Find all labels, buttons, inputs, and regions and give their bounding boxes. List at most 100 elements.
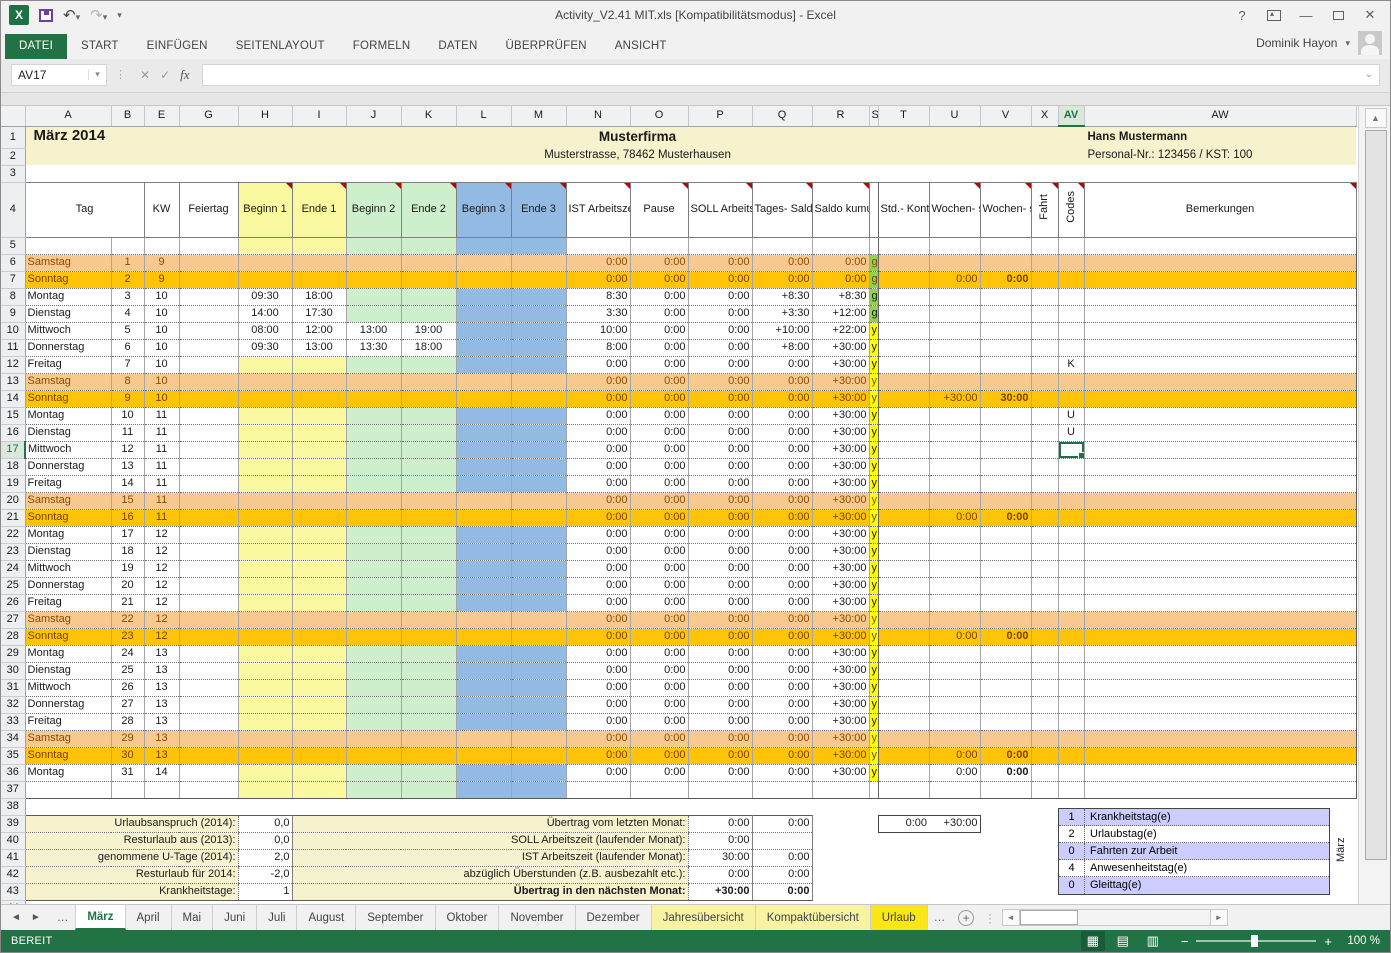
- row-header-12[interactable]: 12: [1, 356, 25, 373]
- row-header-30[interactable]: 30: [1, 662, 25, 679]
- cell-G9[interactable]: [179, 305, 238, 322]
- cell-H29[interactable]: [238, 645, 292, 662]
- row-header-27[interactable]: 27: [1, 611, 25, 628]
- cell-U21[interactable]: 0:00: [929, 509, 980, 526]
- ribbon-display-options-icon[interactable]: [1260, 4, 1288, 26]
- summary-mid-value1-42[interactable]: 0:00: [688, 866, 752, 883]
- cell-AV7[interactable]: [1058, 271, 1084, 288]
- cell-U37[interactable]: [929, 781, 980, 798]
- table-header-ende-1[interactable]: Ende 1: [292, 182, 346, 237]
- cell-K16[interactable]: [401, 424, 456, 441]
- cell-A25[interactable]: Donnerstag: [25, 577, 111, 594]
- cell-E35[interactable]: 13: [144, 747, 179, 764]
- cell-H9[interactable]: 14:00: [238, 305, 292, 322]
- page-break-view-icon[interactable]: ▥: [1141, 931, 1165, 951]
- cell-I27[interactable]: [292, 611, 346, 628]
- cell-I7[interactable]: [292, 271, 346, 288]
- cell-G15[interactable]: [179, 407, 238, 424]
- cell-AW12[interactable]: [1084, 356, 1356, 373]
- cell-J25[interactable]: [346, 577, 401, 594]
- cell-AV35[interactable]: [1058, 747, 1084, 764]
- table-header-s-indicator[interactable]: [869, 182, 878, 237]
- cell-B33[interactable]: 28: [111, 713, 144, 730]
- cell-J22[interactable]: [346, 526, 401, 543]
- cell-R11[interactable]: +30:00: [812, 339, 869, 356]
- cell-K7[interactable]: [401, 271, 456, 288]
- col-header-X[interactable]: X: [1031, 106, 1058, 126]
- cell-T35[interactable]: [878, 747, 929, 764]
- cell-A21[interactable]: Sonntag: [25, 509, 111, 526]
- col-header-N[interactable]: N: [566, 106, 630, 126]
- cell-P9[interactable]: 0:00: [688, 305, 752, 322]
- cell-V27[interactable]: [980, 611, 1031, 628]
- summary-left-label-42[interactable]: Resturlaub für 2014:: [25, 866, 238, 883]
- cell-G12[interactable]: [179, 356, 238, 373]
- cell-X30[interactable]: [1031, 662, 1058, 679]
- cell-B24[interactable]: 19: [111, 560, 144, 577]
- cell-H23[interactable]: [238, 543, 292, 560]
- cell-O18[interactable]: 0:00: [630, 458, 688, 475]
- row-header-17[interactable]: 17: [1, 441, 25, 458]
- cell-S14[interactable]: y: [869, 390, 878, 407]
- sheet-tab-oktober[interactable]: Oktober: [436, 905, 500, 930]
- cell-K33[interactable]: [401, 713, 456, 730]
- cell-U18[interactable]: [929, 458, 980, 475]
- cell-O15[interactable]: 0:00: [630, 407, 688, 424]
- cell-M27[interactable]: [511, 611, 566, 628]
- cell-E33[interactable]: 13: [144, 713, 179, 730]
- cell-O31[interactable]: 0:00: [630, 679, 688, 696]
- cell-L36[interactable]: [456, 764, 511, 781]
- cell-N16[interactable]: 0:00: [566, 424, 630, 441]
- cell-S36[interactable]: y: [869, 764, 878, 781]
- cell-S29[interactable]: y: [869, 645, 878, 662]
- cell-L18[interactable]: [456, 458, 511, 475]
- cell-AW33[interactable]: [1084, 713, 1356, 730]
- cell-T13[interactable]: [878, 373, 929, 390]
- summary-mid-label-40[interactable]: SOLL Arbeitszeit (laufender Monat):: [292, 832, 688, 849]
- cell-P20[interactable]: 0:00: [688, 492, 752, 509]
- cell-R17[interactable]: +30:00: [812, 441, 869, 458]
- cell-L16[interactable]: [456, 424, 511, 441]
- cell-M20[interactable]: [511, 492, 566, 509]
- cell-B14[interactable]: 9: [111, 390, 144, 407]
- cell-M14[interactable]: [511, 390, 566, 407]
- cell-A23[interactable]: Dienstag: [25, 543, 111, 560]
- cell-G6[interactable]: [179, 254, 238, 271]
- ribbon-tab-ansicht[interactable]: ANSICHT: [601, 34, 681, 59]
- cell-A14[interactable]: Sonntag: [25, 390, 111, 407]
- cell-V6[interactable]: [980, 254, 1031, 271]
- cell-R26[interactable]: +30:00: [812, 594, 869, 611]
- cell-K36[interactable]: [401, 764, 456, 781]
- cell-R12[interactable]: +30:00: [812, 356, 869, 373]
- cell-T28[interactable]: [878, 628, 929, 645]
- cell-U29[interactable]: [929, 645, 980, 662]
- cell-R6[interactable]: 0:00: [812, 254, 869, 271]
- cell-V18[interactable]: [980, 458, 1031, 475]
- cell-U15[interactable]: [929, 407, 980, 424]
- cell-S39[interactable]: [869, 815, 878, 832]
- cell-T17[interactable]: [878, 441, 929, 458]
- legend-row[interactable]: 4 Anwesenheitstag(e): [1059, 860, 1329, 877]
- cell-V15[interactable]: [980, 407, 1031, 424]
- cell-L8[interactable]: [456, 288, 511, 305]
- cell-L10[interactable]: [456, 322, 511, 339]
- cell-Q21[interactable]: 0:00: [752, 509, 812, 526]
- cell-AW34[interactable]: [1084, 730, 1356, 747]
- cell-K32[interactable]: [401, 696, 456, 713]
- cell-AW11[interactable]: [1084, 339, 1356, 356]
- cell-X14[interactable]: [1031, 390, 1058, 407]
- cell-J31[interactable]: [346, 679, 401, 696]
- cell-H32[interactable]: [238, 696, 292, 713]
- cell-E21[interactable]: 11: [144, 509, 179, 526]
- cell-O20[interactable]: 0:00: [630, 492, 688, 509]
- col-header-AV[interactable]: AV: [1058, 106, 1084, 126]
- col-header-K[interactable]: K: [401, 106, 456, 126]
- cell-X16[interactable]: [1031, 424, 1058, 441]
- cell-S19[interactable]: y: [869, 475, 878, 492]
- cell-B35[interactable]: 30: [111, 747, 144, 764]
- cell-O23[interactable]: 0:00: [630, 543, 688, 560]
- cell-T37[interactable]: [878, 781, 929, 798]
- cell-I13[interactable]: [292, 373, 346, 390]
- row-header-2[interactable]: 2: [1, 148, 25, 165]
- cell-A13[interactable]: Samstag: [25, 373, 111, 390]
